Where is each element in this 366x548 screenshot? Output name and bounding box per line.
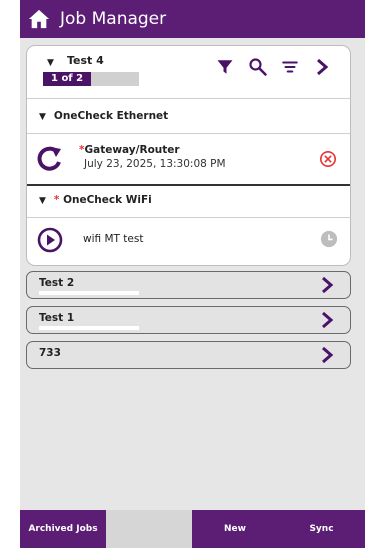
job-header[interactable]: ▼ Test 4 1 of 2 [27, 46, 350, 98]
filter-icon[interactable] [213, 54, 237, 80]
archived-jobs-button[interactable]: Archived Jobs [20, 510, 106, 548]
job-row-test-1[interactable]: Test 1 [26, 306, 351, 334]
app-frame: Job Manager ▼ Test 4 1 of 2 ▼ OneCheck E… [20, 0, 365, 548]
job-pager: 1 of 2 [43, 72, 139, 86]
play-circle-icon[interactable] [37, 227, 63, 253]
home-icon[interactable] [28, 8, 50, 30]
sync-button[interactable]: Sync [278, 510, 365, 548]
collapse-triangle-icon[interactable]: ▼ [39, 112, 46, 122]
job-row-progress-track [39, 291, 139, 295]
job-row-test-2[interactable]: Test 2 [26, 271, 351, 299]
collapse-triangle-icon[interactable]: ▼ [47, 58, 54, 68]
test-timestamp: July 23, 2025, 13:30:08 PM [84, 158, 226, 170]
retry-arrow-icon[interactable] [37, 145, 63, 173]
search-icon[interactable] [245, 54, 271, 80]
test-name-text: wifi MT test [83, 233, 144, 245]
test-name-text: Gateway/Router [84, 144, 180, 156]
test-row-wifi[interactable]: wifi MT test [27, 217, 350, 264]
job-row-name: 733 [39, 347, 61, 359]
section-title-row: ▼ OneCheck Ethernet [39, 110, 168, 122]
test-name: *Gateway/Router [79, 144, 180, 156]
section-title: OneCheck WiFi [63, 194, 152, 206]
job-row-name: Test 1 [39, 312, 75, 324]
chevron-right-icon[interactable] [320, 276, 334, 294]
blank-nav-button[interactable] [106, 510, 192, 548]
chevron-right-icon[interactable] [320, 311, 334, 329]
chevron-right-icon[interactable] [320, 346, 334, 364]
job-row-progress-track [39, 326, 139, 330]
pager-text: 1 of 2 [51, 73, 84, 84]
job-row-733[interactable]: 733 [26, 341, 351, 369]
job-name: Test 4 [67, 54, 104, 67]
section-header-ethernet[interactable]: ▼ OneCheck Ethernet [27, 98, 350, 133]
job-row-name: Test 2 [39, 277, 75, 289]
failed-circle-x-icon [319, 150, 337, 168]
job-card-expanded: ▼ Test 4 1 of 2 ▼ OneCheck Ethernet *Gat… [26, 45, 351, 266]
title-bar: Job Manager [20, 0, 365, 38]
section-title: OneCheck Ethernet [53, 110, 169, 122]
bottom-nav: Archived Jobs New Sync [20, 510, 365, 548]
collapse-triangle-icon[interactable]: ▼ [39, 196, 46, 206]
pending-clock-icon [320, 230, 338, 248]
required-mark: * [53, 194, 60, 206]
test-row-gateway[interactable]: *Gateway/Router July 23, 2025, 13:30:08 … [27, 133, 350, 184]
section-header-wifi[interactable]: ▼ * OneCheck WiFi [27, 186, 350, 216]
sort-icon[interactable] [278, 54, 302, 80]
section-title-row: ▼ * OneCheck WiFi [39, 194, 152, 206]
chevron-right-icon[interactable] [311, 54, 333, 80]
app-title: Job Manager [60, 9, 167, 29]
new-job-button[interactable]: New [192, 510, 278, 548]
